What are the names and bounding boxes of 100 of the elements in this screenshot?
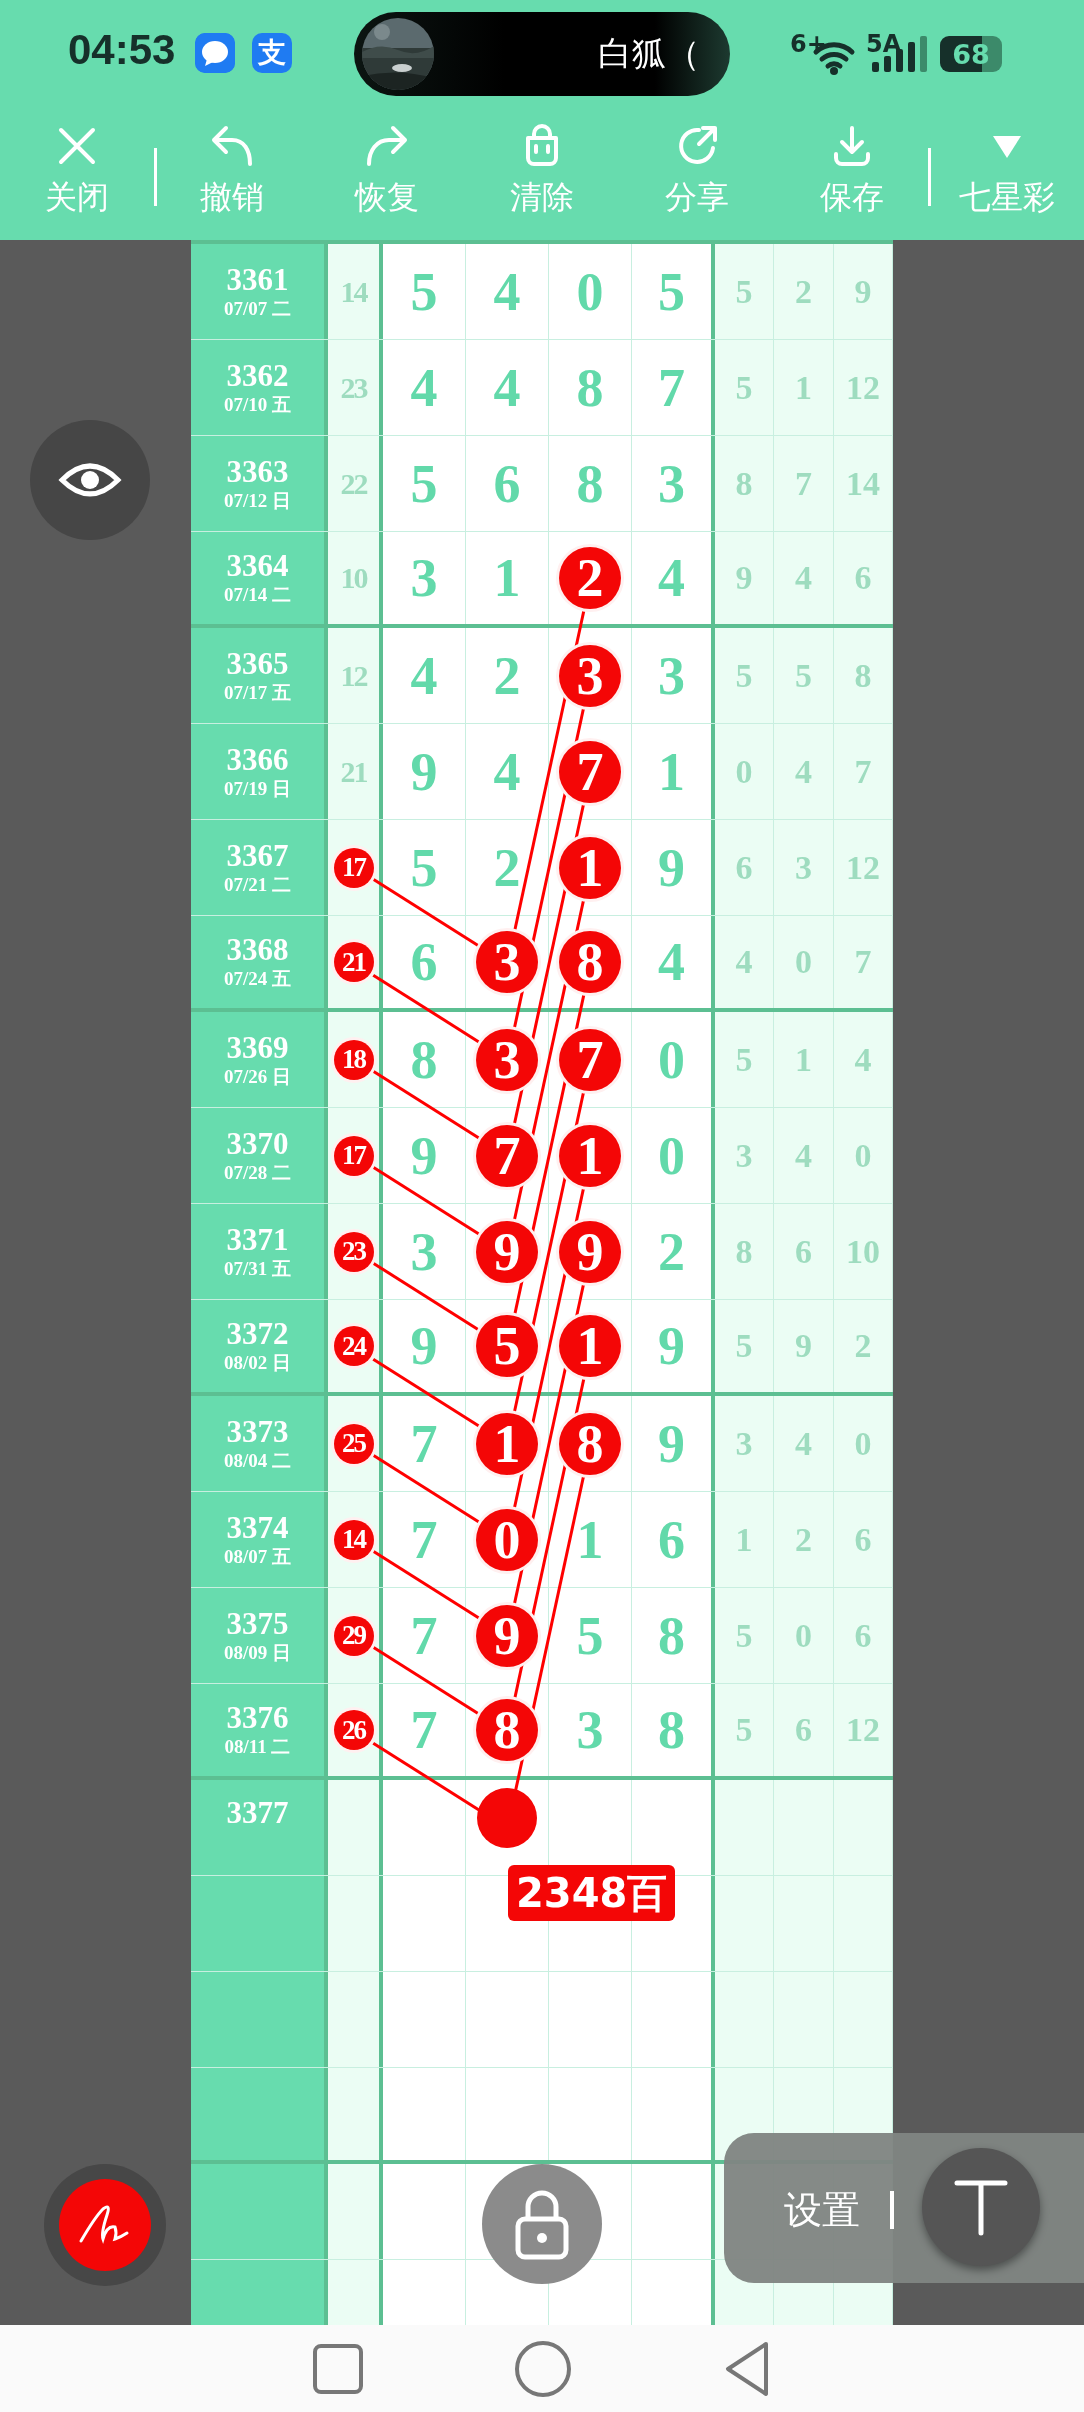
toolbar-button[interactable]: 分享 — [619, 110, 775, 240]
sum-number: 14 — [340, 274, 367, 309]
marker-dot — [477, 1788, 537, 1848]
draw-digit: 9 — [658, 1412, 685, 1475]
draw-digit: 3 — [658, 644, 685, 707]
circled-number: 9 — [476, 1604, 538, 1667]
tail-number: 8 — [735, 464, 753, 503]
tail-number: 0 — [854, 1136, 872, 1175]
issue-date: 07/26 日 — [224, 1064, 291, 1089]
tail-number: 4 — [795, 1136, 812, 1175]
draw-digit: 3 — [658, 452, 685, 515]
draw-digit: 4 — [410, 356, 438, 419]
issue-number: 3374 — [226, 1510, 289, 1545]
tail-number: 4 — [795, 559, 812, 597]
issue-number: 3368 — [226, 933, 289, 967]
tail-number: 1 — [795, 1040, 812, 1079]
tail-number: 12 — [846, 848, 880, 887]
issue-number: 3377 — [226, 1796, 289, 1830]
tail-number: 12 — [846, 1711, 880, 1749]
toolbar-button[interactable]: 关闭 — [0, 110, 155, 240]
draw-digit: 5 — [576, 1604, 604, 1667]
tail-number: 9 — [854, 272, 872, 311]
tail-number: 7 — [795, 464, 812, 503]
tail-number: 3 — [735, 1136, 753, 1175]
signal-label: 5A — [866, 30, 902, 58]
circled-number: 9 — [559, 1220, 621, 1283]
issue-number: 3362 — [226, 358, 289, 393]
issue-number: 3367 — [226, 838, 289, 873]
circled-number: 24 — [333, 1326, 374, 1366]
sum-number: 10 — [340, 561, 367, 595]
tail-number: 0 — [795, 1616, 812, 1655]
draw-digit: 8 — [410, 1028, 438, 1091]
circled-number: 1 — [559, 836, 621, 899]
issue-number: 3371 — [226, 1222, 289, 1257]
toolbar-button[interactable]: 恢复 — [309, 110, 465, 240]
tail-number: 7 — [854, 943, 872, 981]
draw-digit: 4 — [493, 356, 521, 419]
toolbar-button[interactable]: 清除 — [464, 110, 620, 240]
issue-date: 07/14 二 — [224, 583, 291, 607]
issue-number: 3369 — [226, 1030, 289, 1065]
circled-number: 18 — [333, 1039, 374, 1080]
circled-number: 21 — [333, 942, 374, 982]
text-tool-button[interactable] — [922, 2148, 1040, 2266]
circled-number: 14 — [333, 1519, 374, 1560]
issue-number: 3364 — [226, 549, 289, 583]
tail-number: 7 — [854, 752, 872, 791]
tail-number: 5 — [795, 656, 812, 695]
issue-number: 3365 — [226, 646, 289, 681]
issue-date: 08/02 日 — [224, 1351, 291, 1375]
tail-number: 0 — [795, 943, 812, 981]
tail-number: 8 — [854, 656, 872, 695]
circled-number: 23 — [333, 1231, 374, 1272]
media-title: 白狐（ — [598, 32, 700, 75]
draw-digit: 3 — [410, 547, 438, 609]
draw-digit: 8 — [658, 1699, 685, 1761]
draw-digit: 7 — [658, 356, 685, 419]
battery-indicator: 68 — [940, 36, 1002, 72]
tail-number: 5 — [735, 656, 753, 695]
circled-number: 25 — [333, 1423, 374, 1464]
sum-number: 23 — [340, 370, 367, 405]
draw-digit: 0 — [576, 260, 604, 323]
draw-digit: 3 — [576, 1699, 604, 1761]
tail-number: 5 — [735, 1711, 753, 1749]
clock-time: 04:53 — [68, 26, 176, 74]
issue-date: 07/07 二 — [224, 296, 291, 321]
home-icon[interactable] — [514, 2339, 572, 2398]
issue-date: 08/09 日 — [224, 1640, 291, 1665]
toolbar-button[interactable]: 保存 — [774, 110, 930, 240]
draw-digit: 7 — [410, 1508, 438, 1571]
prediction-label: 2348百 — [508, 1865, 676, 1921]
draw-digit: 4 — [493, 260, 521, 323]
settings-button[interactable]: 设置 — [784, 2185, 860, 2236]
issue-date: 07/28 二 — [224, 1160, 291, 1185]
draw-digit: 8 — [576, 356, 604, 419]
circled-number: 1 — [476, 1412, 538, 1475]
draw-digit: 7 — [410, 1412, 438, 1475]
issue-date: 07/19 日 — [224, 776, 291, 801]
tail-number: 4 — [735, 943, 753, 981]
circled-number: 7 — [476, 1124, 538, 1187]
draw-digit: 2 — [493, 836, 521, 899]
network-label: 6+ — [790, 30, 827, 58]
issue-number: 3363 — [226, 454, 289, 489]
tail-number: 4 — [854, 1040, 872, 1079]
tail-number: 5 — [735, 368, 753, 407]
circled-number: 26 — [333, 1710, 374, 1750]
tail-number: 3 — [735, 1424, 753, 1463]
circled-number: 17 — [333, 847, 374, 888]
circled-number: 7 — [559, 1028, 621, 1091]
tail-number: 6 — [854, 1520, 872, 1559]
tail-number: 0 — [854, 1424, 872, 1463]
tail-number: 5 — [735, 1040, 753, 1079]
draw-digit: 8 — [658, 1604, 685, 1667]
tail-number: 14 — [846, 464, 880, 503]
draw-digit: 6 — [658, 1508, 685, 1571]
toolbar-button[interactable]: 撤销 — [154, 110, 310, 240]
toolbar-button[interactable]: 七星彩 — [929, 110, 1084, 240]
draw-digit: 1 — [493, 547, 521, 609]
circled-number: 17 — [333, 1135, 374, 1176]
issue-date: 08/07 五 — [224, 1544, 291, 1569]
recents-icon[interactable] — [312, 2342, 364, 2395]
